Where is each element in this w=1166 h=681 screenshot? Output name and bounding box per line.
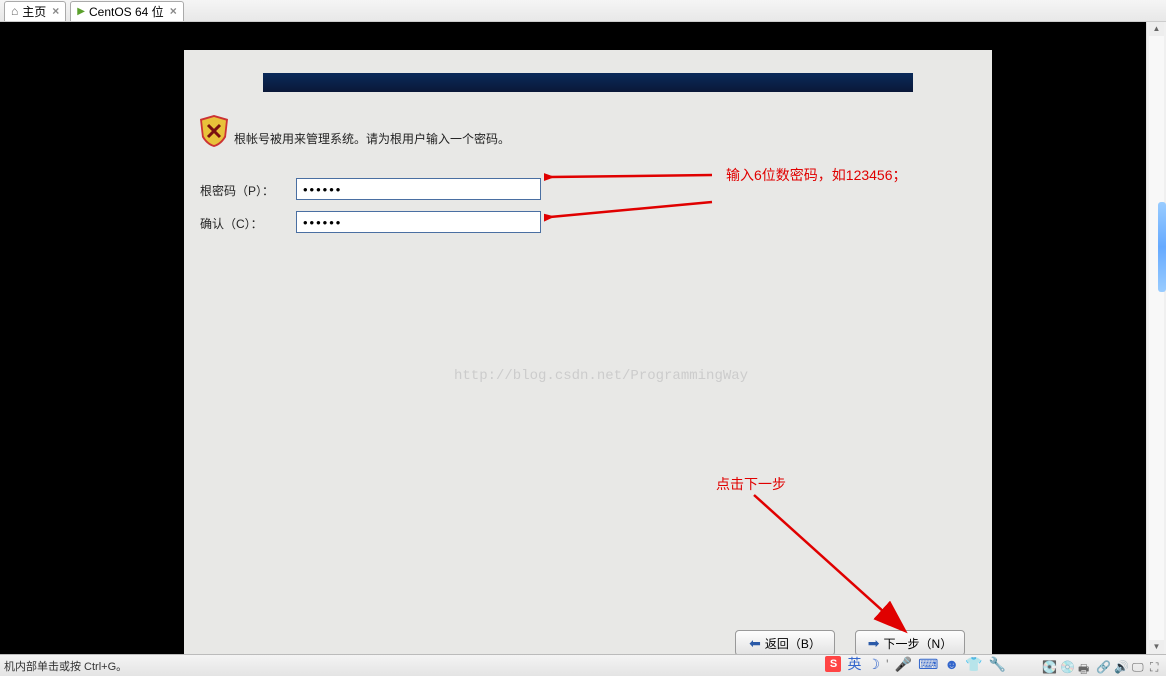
ime-bar: S 英 ☽ ' 🎤 ⌨ ☻ 👕 🔧: [825, 654, 1006, 674]
annotation-next-hint: 点击下一步: [716, 474, 786, 494]
annotation-password-hint: 输入6位数密码，如123456；: [726, 165, 907, 185]
tray-cd-icon[interactable]: 💿: [1060, 660, 1074, 674]
installer-header-banner: [263, 73, 913, 92]
right-scrollbar[interactable]: ▲ ▼: [1146, 22, 1166, 654]
tab-bar: ⌂ 主页 × ▶ CentOS 64 位 ×: [0, 0, 1166, 22]
instruction-text: 根帐号被用来管理系统。请为根用户输入一个密码。: [234, 130, 510, 147]
close-icon[interactable]: ×: [170, 4, 177, 18]
tray-audio-icon[interactable]: 🔊: [1114, 660, 1128, 674]
back-button-label: 返回（B）: [765, 635, 821, 652]
next-button-label: 下一步（N）: [884, 635, 953, 652]
scroll-indicator: [1158, 202, 1166, 292]
tab-label: CentOS 64 位: [89, 3, 164, 20]
tray-printer-icon[interactable]: 🖶: [1078, 660, 1092, 674]
status-hint: 机内部单击或按 Ctrl+G。: [4, 658, 127, 674]
arrow-left-icon: ⬅: [749, 635, 761, 652]
arrow-right-icon: ➡: [868, 635, 880, 652]
tray-fullscreen-icon[interactable]: ⛶: [1150, 660, 1164, 674]
close-icon[interactable]: ×: [52, 4, 59, 18]
scroll-down-icon[interactable]: ▼: [1149, 640, 1164, 654]
sogou-icon[interactable]: S: [825, 656, 841, 672]
home-icon: ⌂: [11, 4, 18, 18]
keyboard-icon[interactable]: ⌨: [918, 656, 938, 673]
root-password-input[interactable]: [296, 178, 541, 200]
scroll-up-icon[interactable]: ▲: [1149, 22, 1164, 36]
moon-icon[interactable]: ☽: [867, 656, 880, 673]
vm-display[interactable]: 根帐号被用来管理系统。请为根用户输入一个密码。 根密码（P）： 确认（C）： h…: [0, 22, 1146, 654]
tab-home[interactable]: ⌂ 主页 ×: [4, 1, 66, 21]
shirt-icon[interactable]: 👕: [965, 656, 982, 673]
ime-lang[interactable]: 英: [847, 654, 861, 674]
next-button[interactable]: ➡ 下一步（N）: [855, 630, 965, 656]
confirm-password-input[interactable]: [296, 211, 541, 233]
shield-icon: [200, 115, 228, 147]
system-tray: 💽 💿 🖶 🔗 🔊 🖵 ⛶: [1042, 660, 1164, 674]
annotation-arrow-2: [544, 200, 714, 230]
wrench-icon[interactable]: 🔧: [989, 656, 1006, 673]
vm-icon: ▶: [77, 6, 85, 17]
mic-icon[interactable]: 🎤: [895, 656, 912, 673]
installer-window: 根帐号被用来管理系统。请为根用户输入一个密码。 根密码（P）： 确认（C）： h…: [184, 50, 992, 662]
punct-icon[interactable]: ': [886, 656, 889, 672]
confirm-label: 确认（C）：: [200, 215, 263, 232]
tray-net-icon[interactable]: 🔗: [1096, 660, 1110, 674]
tray-display-icon[interactable]: 🖵: [1132, 660, 1146, 674]
watermark-text: http://blog.csdn.net/ProgrammingWay: [454, 368, 748, 384]
annotation-arrow-3: [749, 490, 919, 640]
tab-centos[interactable]: ▶ CentOS 64 位 ×: [70, 1, 183, 21]
tray-disk-icon[interactable]: 💽: [1042, 660, 1056, 674]
tab-label: 主页: [22, 3, 46, 20]
back-button[interactable]: ⬅ 返回（B）: [735, 630, 835, 656]
smile-icon[interactable]: ☻: [944, 656, 959, 672]
scrollbar-track: [1149, 22, 1164, 654]
password-label: 根密码（P）：: [200, 182, 274, 199]
annotation-arrow-1: [544, 160, 714, 190]
